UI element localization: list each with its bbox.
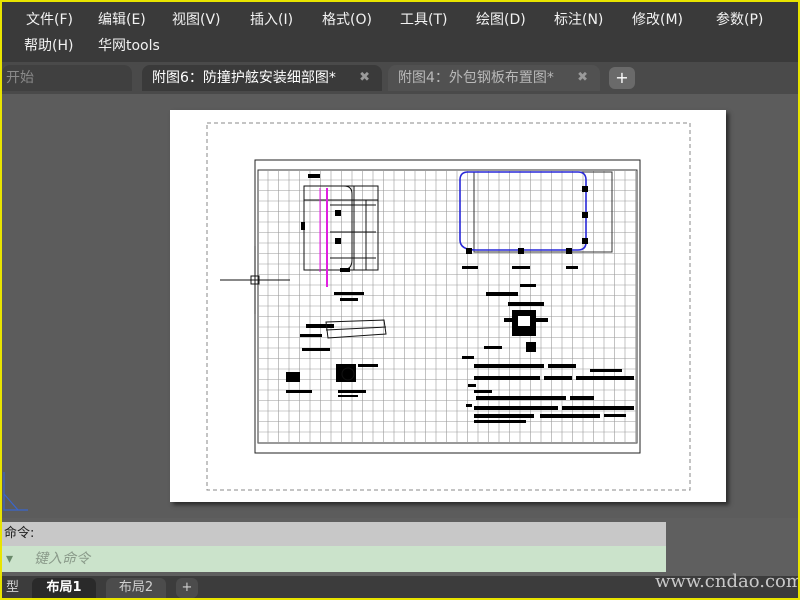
note-line xyxy=(548,364,576,368)
note-line xyxy=(562,406,634,410)
tab-model[interactable]: 型 xyxy=(6,578,19,598)
note-line xyxy=(474,364,544,368)
detail-top-right-marks xyxy=(462,186,588,269)
note-line xyxy=(462,356,474,359)
drawing-canvas[interactable] xyxy=(0,0,800,600)
command-input[interactable]: ▾ 键入命令 xyxy=(2,546,666,572)
detail-top-left-marks xyxy=(301,174,364,301)
command-history-text: 命令: xyxy=(4,526,35,541)
note-line xyxy=(576,376,634,380)
note-line xyxy=(474,420,526,423)
ucs-icon xyxy=(3,472,28,511)
command-line: 命令: ▾ 键入命令 xyxy=(2,518,666,576)
add-layout-button[interactable]: + xyxy=(176,578,198,598)
note-line xyxy=(544,376,572,380)
command-history: 命令: xyxy=(2,522,666,546)
note-line xyxy=(476,396,566,400)
note-line xyxy=(474,406,558,410)
design-notes-text xyxy=(462,356,634,423)
detail-top-left xyxy=(303,185,379,271)
drawing-grid xyxy=(258,170,637,443)
site-watermark: www.cndao.com xyxy=(655,571,800,592)
note-line xyxy=(604,414,626,417)
detail-section-center xyxy=(484,284,548,352)
detail-top-right xyxy=(459,171,613,253)
printable-area-border xyxy=(206,122,691,491)
note-line xyxy=(590,369,622,372)
crosshair-cursor xyxy=(220,246,290,314)
note-line xyxy=(570,396,594,400)
command-input-placeholder: 键入命令 xyxy=(34,551,90,567)
note-line xyxy=(474,376,540,380)
note-line xyxy=(468,384,476,387)
note-line xyxy=(474,414,534,418)
command-dropdown-icon[interactable]: ▾ xyxy=(6,546,13,572)
tab-layout-1[interactable]: 布局1 xyxy=(32,578,96,598)
note-line xyxy=(466,404,472,407)
note-line xyxy=(540,414,600,418)
title-frame-inner xyxy=(257,169,638,444)
note-line xyxy=(474,390,492,393)
tab-layout-2[interactable]: 布局2 xyxy=(106,578,166,598)
